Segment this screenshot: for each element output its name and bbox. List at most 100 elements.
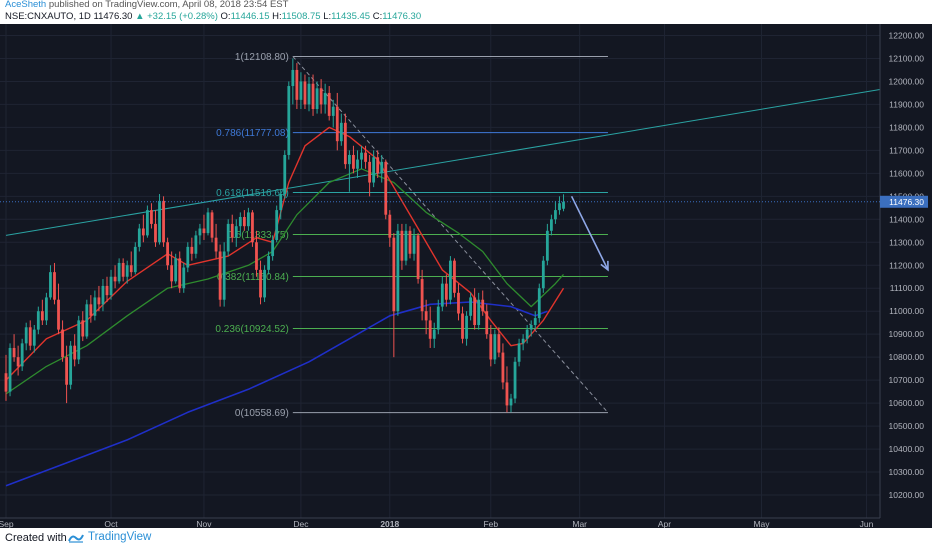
candle-body [424,311,428,321]
candle [275,205,279,243]
candle-body [392,237,396,312]
candle-body [141,228,145,236]
author-link[interactable]: AceSheth [5,0,46,10]
candle [396,223,400,316]
publish-info: AceSheth published on TradingView.com, A… [5,0,288,10]
y-tick-label: 11100.00 [890,283,924,293]
candle-body [339,122,343,142]
open-label: O: [220,11,231,22]
close-value: 11476.30 [382,11,422,22]
candle-body [396,230,400,312]
y-tick-label: 10800.00 [889,352,925,362]
time-axis-panel [0,518,880,528]
candle-body [319,88,323,105]
candle-body [368,161,371,183]
candle-body [562,201,565,209]
y-tick-label: 11800.00 [889,122,924,132]
x-tick-label: May [753,519,770,528]
candle-body [170,265,174,282]
price-axis[interactable]: 10200.00 10300.00 10400.00 10500.00 10600.00… [889,30,925,500]
chart-header: AceSheth published on TradingView.com, A… [0,0,932,24]
candle-body [331,106,335,116]
x-tick-label: Oct [104,519,118,528]
candle-body [384,161,388,215]
plot-background [0,24,932,528]
candle [77,315,81,365]
candle-body [364,152,367,162]
candle-body [315,88,319,110]
candle-body [242,217,246,227]
candle-body [436,306,440,330]
candle-body [109,276,113,296]
candle [283,150,287,199]
y-tick-label: 11300.00 [889,237,924,247]
candle-body [360,152,363,160]
candle-body [61,329,64,358]
candle-body [485,311,489,335]
candle-body [525,329,529,339]
candle-body [513,361,517,399]
candle-body [186,246,190,268]
candle-body [194,235,198,254]
candle-body [303,81,307,105]
published-text: published on TradingView.com, April 08, … [48,0,289,10]
candle-body [352,154,355,169]
y-tick-label: 12000.00 [889,76,925,86]
candle [162,196,165,247]
change-up-icon: ▲ [135,11,145,22]
y-tick-label: 10300.00 [889,467,925,477]
candle-body [457,292,460,314]
candle [263,265,266,303]
candle [85,299,89,339]
y-tick-label: 11700.00 [889,145,924,155]
candle-body [150,210,153,224]
low-value: 11435.45 [331,11,371,22]
fib-level-label: 1(12108.80) [235,52,289,63]
candle-body [125,265,129,277]
candle-body [469,297,472,316]
candle-body [380,161,384,174]
y-tick-label: 10400.00 [889,444,925,454]
x-tick-label: Sep [0,519,14,528]
candle-body [521,338,525,344]
candle-body [348,154,351,165]
candle-body [85,304,89,337]
candle-body [53,272,56,300]
candle-body [222,251,226,300]
candle-body [408,230,412,254]
candle [287,81,291,160]
candle-body [36,311,40,330]
price-chart[interactable]: 1(12108.80) 0.786(11777.08) 0.618(11516.64… [0,24,932,528]
candle-body [89,304,93,316]
candle-body [283,154,287,195]
candle-body [247,212,250,227]
candle-body [234,226,238,238]
candle [166,237,169,270]
candle [251,210,254,247]
candle-body [267,256,270,270]
candle-body [113,276,117,282]
candle-body [327,92,331,116]
candle-body [105,285,109,296]
candle-body [558,203,561,211]
candle-body [545,230,549,261]
x-tick-label: Nov [196,519,212,528]
candle-body [40,311,44,321]
candle-body [28,327,32,346]
candle-body [416,235,420,280]
y-tick-label: 10600.00 [889,398,925,408]
candle-body [473,297,477,325]
candle-body [295,69,299,100]
candle [226,219,230,257]
high-label: H: [272,11,282,22]
tradingview-link[interactable]: TradingView [68,531,151,543]
price-change: +32.15 (+0.28%) [147,11,218,22]
candle-body [481,299,485,312]
candle-body [420,279,424,312]
candle-body [453,260,456,293]
y-tick-label: 11900.00 [889,99,924,109]
candle-body [505,382,509,406]
candle-body [449,260,452,300]
y-tick-label: 10500.00 [889,421,925,431]
candle-body [311,83,315,110]
